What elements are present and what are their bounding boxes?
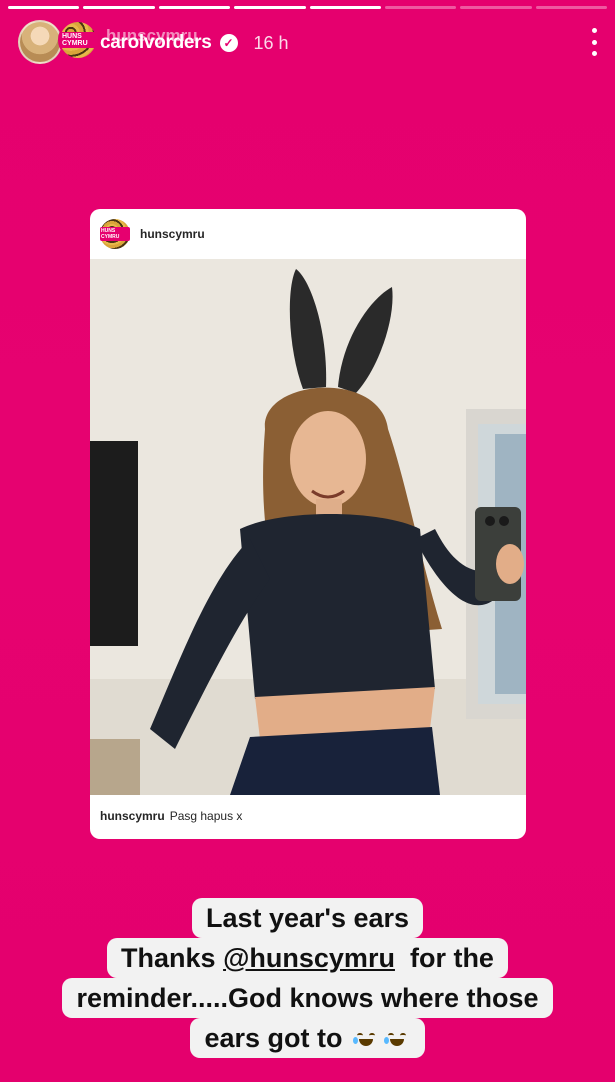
avatar-badge: HUNS CYMRU — [100, 227, 130, 241]
shared-post-avatar[interactable]: HUNS CYMRU — [100, 219, 130, 249]
progress-segment — [384, 6, 457, 9]
story-header: HUNS CYMRU hunscymru carolvorders ✓ 16 h — [18, 20, 597, 66]
story-text-sticker: Last year's ears Thanks @hunscymru for t… — [0, 898, 615, 1058]
shared-post-card[interactable]: HUNS CYMRU hunscymru hunscymru Pasg hapu… — [90, 209, 526, 839]
text-line-4-text: ears got to — [204, 1023, 343, 1053]
tears-of-joy-emoji-icon — [382, 1024, 411, 1052]
caption-username[interactable]: hunscymru — [100, 809, 165, 823]
tears-of-joy-emoji-icon — [351, 1024, 380, 1052]
text-line-2-before: Thanks — [121, 943, 224, 973]
text-line-3: reminder.....God knows where those — [62, 978, 553, 1018]
story-progress-bars — [8, 6, 607, 9]
progress-segment — [309, 6, 381, 9]
caption-text: Pasg hapus x — [169, 809, 243, 823]
emoji-group — [349, 1018, 411, 1058]
text-line: ears got to — [0, 1018, 615, 1058]
progress-segment — [460, 6, 532, 9]
text-line-4: ears got to — [190, 1018, 425, 1058]
shared-post-caption: hunscymru Pasg hapus x — [100, 809, 242, 823]
text-line-1: Last year's ears — [191, 898, 424, 938]
progress-segment — [8, 6, 80, 9]
shared-post-header: HUNS CYMRU hunscymru — [90, 209, 526, 259]
progress-segment — [83, 6, 155, 9]
user-line: hunscymru carolvorders ✓ 16 h — [100, 26, 289, 54]
progress-segment — [234, 6, 306, 9]
post-time: 16 h — [253, 32, 289, 53]
avatar-group[interactable]: HUNS CYMRU — [18, 20, 98, 66]
progress-segment — [535, 6, 607, 9]
text-line: Last year's ears — [0, 898, 615, 938]
avatar-badge: HUNS CYMRU — [60, 32, 96, 48]
progress-segment — [158, 6, 231, 9]
more-options-icon[interactable] — [591, 28, 597, 56]
overlapping-username[interactable]: hunscymru — [106, 26, 198, 46]
shared-post-username[interactable]: hunscymru — [140, 227, 205, 241]
collab-avatar[interactable]: HUNS CYMRU — [58, 20, 98, 60]
avatar[interactable] — [18, 20, 62, 64]
story-viewer[interactable]: HUNS CYMRU hunscymru carolvorders ✓ 16 h… — [0, 0, 615, 1082]
photo-illustration — [90, 259, 526, 795]
text-line-2-after: for the — [394, 943, 494, 973]
text-line-2: Thanks @hunscymru for the — [107, 938, 508, 978]
verified-check-icon: ✓ — [219, 34, 238, 52]
text-line: Thanks @hunscymru for the — [0, 938, 615, 978]
text-line: reminder.....God knows where those — [0, 978, 615, 1018]
mention-link[interactable]: @hunscymru — [223, 943, 395, 973]
shared-post-photo[interactable] — [90, 259, 526, 795]
